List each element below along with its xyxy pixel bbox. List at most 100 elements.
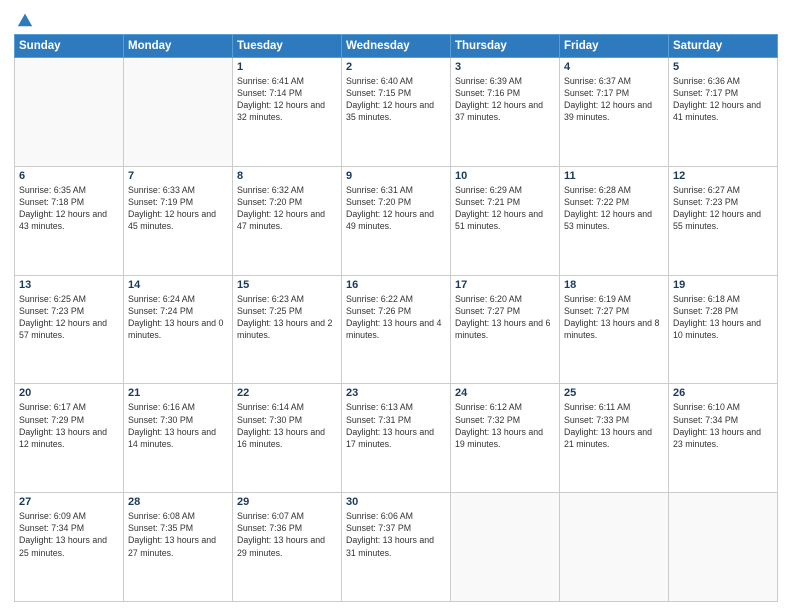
day-number: 11 <box>564 170 664 182</box>
day-info: Sunrise: 6:16 AM Sunset: 7:30 PM Dayligh… <box>128 401 228 450</box>
day-number: 3 <box>455 61 555 73</box>
calendar-week-3: 20Sunrise: 6:17 AM Sunset: 7:29 PM Dayli… <box>15 384 778 493</box>
day-of-week-tuesday: Tuesday <box>233 35 342 58</box>
day-number: 15 <box>237 279 337 291</box>
day-info: Sunrise: 6:08 AM Sunset: 7:35 PM Dayligh… <box>128 510 228 559</box>
calendar-cell: 5Sunrise: 6:36 AM Sunset: 7:17 PM Daylig… <box>669 58 778 167</box>
calendar-week-0: 1Sunrise: 6:41 AM Sunset: 7:14 PM Daylig… <box>15 58 778 167</box>
calendar-week-4: 27 Sunrise: 6:09 AM Sunset: 7:34 PM Dayli… <box>15 493 778 602</box>
day-number: 18 <box>564 279 664 291</box>
calendar-cell: 14Sunrise: 6:24 AM Sunset: 7:24 PM Dayli… <box>124 275 233 384</box>
day-number: 24 <box>455 387 555 399</box>
day-of-week-thursday: Thursday <box>451 35 560 58</box>
day-number: 29 <box>237 496 337 508</box>
day-number: 16 <box>346 279 446 291</box>
day-info: Sunrise: 6:32 AM Sunset: 7:20 PM Dayligh… <box>237 184 337 233</box>
day-number: 23 <box>346 387 446 399</box>
day-number: 26 <box>673 387 773 399</box>
day-info: Sunrise: 6:41 AM Sunset: 7:14 PM Dayligh… <box>237 75 337 124</box>
calendar-cell: 27 Sunrise: 6:09 AM Sunset: 7:34 PM Dayli… <box>15 493 124 602</box>
calendar-cell <box>669 493 778 602</box>
calendar-cell: 12Sunrise: 6:27 AM Sunset: 7:23 PM Dayli… <box>669 166 778 275</box>
calendar-cell: 10 Sunrise: 6:29 AM Sunset: 7:21 PM Dayli… <box>451 166 560 275</box>
calendar-cell <box>451 493 560 602</box>
day-number: 6 <box>19 170 119 182</box>
day-info: Sunrise: 6:10 AM Sunset: 7:34 PM Dayligh… <box>673 401 773 450</box>
day-number: 2 <box>346 61 446 73</box>
day-number: 5 <box>673 61 773 73</box>
day-info: Sunrise: 6:18 AM Sunset: 7:28 PM Dayligh… <box>673 293 773 342</box>
day-of-week-saturday: Saturday <box>669 35 778 58</box>
day-number: 30 <box>346 496 446 508</box>
day-number: 13 <box>19 279 119 291</box>
day-number: 8 <box>237 170 337 182</box>
day-number: 9 <box>346 170 446 182</box>
day-number: 28 <box>128 496 228 508</box>
calendar-cell: 8 Sunrise: 6:32 AM Sunset: 7:20 PM Daylig… <box>233 166 342 275</box>
day-info: Sunrise: 6:29 AM Sunset: 7:21 PM Dayligh… <box>455 184 555 233</box>
day-of-week-wednesday: Wednesday <box>342 35 451 58</box>
calendar-cell: 25 Sunrise: 6:11 AM Sunset: 7:33 PM Dayli… <box>560 384 669 493</box>
day-info: Sunrise: 6:19 AM Sunset: 7:27 PM Dayligh… <box>564 293 664 342</box>
day-info: Sunrise: 6:14 AM Sunset: 7:30 PM Dayligh… <box>237 401 337 450</box>
day-info: Sunrise: 6:37 AM Sunset: 7:17 PM Dayligh… <box>564 75 664 124</box>
calendar-cell: 2 Sunrise: 6:40 AM Sunset: 7:15 PM Daylig… <box>342 58 451 167</box>
day-info: Sunrise: 6:35 AM Sunset: 7:18 PM Dayligh… <box>19 184 119 233</box>
day-of-week-monday: Monday <box>124 35 233 58</box>
day-info: Sunrise: 6:23 AM Sunset: 7:25 PM Dayligh… <box>237 293 337 342</box>
header <box>14 10 778 28</box>
calendar-cell: 3 Sunrise: 6:39 AM Sunset: 7:16 PM Daylig… <box>451 58 560 167</box>
logo-icon <box>16 10 34 28</box>
day-number: 21 <box>128 387 228 399</box>
calendar-table: SundayMondayTuesdayWednesdayThursdayFrid… <box>14 34 778 602</box>
calendar-cell: 7 Sunrise: 6:33 AM Sunset: 7:19 PM Daylig… <box>124 166 233 275</box>
day-number: 27 <box>19 496 119 508</box>
calendar-cell <box>15 58 124 167</box>
calendar-week-1: 6 Sunrise: 6:35 AM Sunset: 7:18 PM Daylig… <box>15 166 778 275</box>
calendar-cell: 17 Sunrise: 6:20 AM Sunset: 7:27 PM Dayli… <box>451 275 560 384</box>
calendar-cell: 26 Sunrise: 6:10 AM Sunset: 7:34 PM Dayli… <box>669 384 778 493</box>
calendar-header: SundayMondayTuesdayWednesdayThursdayFrid… <box>15 35 778 58</box>
day-info: Sunrise: 6:06 AM Sunset: 7:37 PM Dayligh… <box>346 510 446 559</box>
day-of-week-friday: Friday <box>560 35 669 58</box>
day-number: 17 <box>455 279 555 291</box>
calendar-cell <box>124 58 233 167</box>
day-info: Sunrise: 6:07 AM Sunset: 7:36 PM Dayligh… <box>237 510 337 559</box>
calendar-cell: 28 Sunrise: 6:08 AM Sunset: 7:35 PM Dayli… <box>124 493 233 602</box>
calendar-cell: 18 Sunrise: 6:19 AM Sunset: 7:27 PM Dayli… <box>560 275 669 384</box>
calendar-cell: 30 Sunrise: 6:06 AM Sunset: 7:37 PM Dayli… <box>342 493 451 602</box>
day-number: 19 <box>673 279 773 291</box>
calendar-cell: 15 Sunrise: 6:23 AM Sunset: 7:25 PM Dayli… <box>233 275 342 384</box>
day-info: Sunrise: 6:40 AM Sunset: 7:15 PM Dayligh… <box>346 75 446 124</box>
day-info: Sunrise: 6:20 AM Sunset: 7:27 PM Dayligh… <box>455 293 555 342</box>
calendar-cell: 23Sunrise: 6:13 AM Sunset: 7:31 PM Dayli… <box>342 384 451 493</box>
day-number: 7 <box>128 170 228 182</box>
calendar-week-2: 13 Sunrise: 6:25 AM Sunset: 7:23 PM Dayli… <box>15 275 778 384</box>
calendar-cell: 9 Sunrise: 6:31 AM Sunset: 7:20 PM Daylig… <box>342 166 451 275</box>
calendar-cell: 19 Sunrise: 6:18 AM Sunset: 7:28 PM Dayli… <box>669 275 778 384</box>
day-info: Sunrise: 6:28 AM Sunset: 7:22 PM Dayligh… <box>564 184 664 233</box>
calendar-cell: 6 Sunrise: 6:35 AM Sunset: 7:18 PM Daylig… <box>15 166 124 275</box>
calendar-cell: 4 Sunrise: 6:37 AM Sunset: 7:17 PM Daylig… <box>560 58 669 167</box>
day-number: 25 <box>564 387 664 399</box>
day-info: Sunrise: 6:11 AM Sunset: 7:33 PM Dayligh… <box>564 401 664 450</box>
day-number: 10 <box>455 170 555 182</box>
day-info: Sunrise: 6:39 AM Sunset: 7:16 PM Dayligh… <box>455 75 555 124</box>
day-info: Sunrise: 6:25 AM Sunset: 7:23 PM Dayligh… <box>19 293 119 342</box>
calendar-cell <box>560 493 669 602</box>
day-number: 14 <box>128 279 228 291</box>
header-row: SundayMondayTuesdayWednesdayThursdayFrid… <box>15 35 778 58</box>
day-info: Sunrise: 6:09 AM Sunset: 7:34 PM Dayligh… <box>19 510 119 559</box>
day-of-week-sunday: Sunday <box>15 35 124 58</box>
day-number: 22 <box>237 387 337 399</box>
calendar-cell: 29 Sunrise: 6:07 AM Sunset: 7:36 PM Dayli… <box>233 493 342 602</box>
day-info: Sunrise: 6:33 AM Sunset: 7:19 PM Dayligh… <box>128 184 228 233</box>
day-number: 20 <box>19 387 119 399</box>
page: SundayMondayTuesdayWednesdayThursdayFrid… <box>0 0 792 612</box>
day-info: Sunrise: 6:31 AM Sunset: 7:20 PM Dayligh… <box>346 184 446 233</box>
logo <box>14 10 34 28</box>
calendar-cell: 13 Sunrise: 6:25 AM Sunset: 7:23 PM Dayli… <box>15 275 124 384</box>
calendar-cell: 1Sunrise: 6:41 AM Sunset: 7:14 PM Daylig… <box>233 58 342 167</box>
day-number: 4 <box>564 61 664 73</box>
calendar-cell: 20Sunrise: 6:17 AM Sunset: 7:29 PM Dayli… <box>15 384 124 493</box>
